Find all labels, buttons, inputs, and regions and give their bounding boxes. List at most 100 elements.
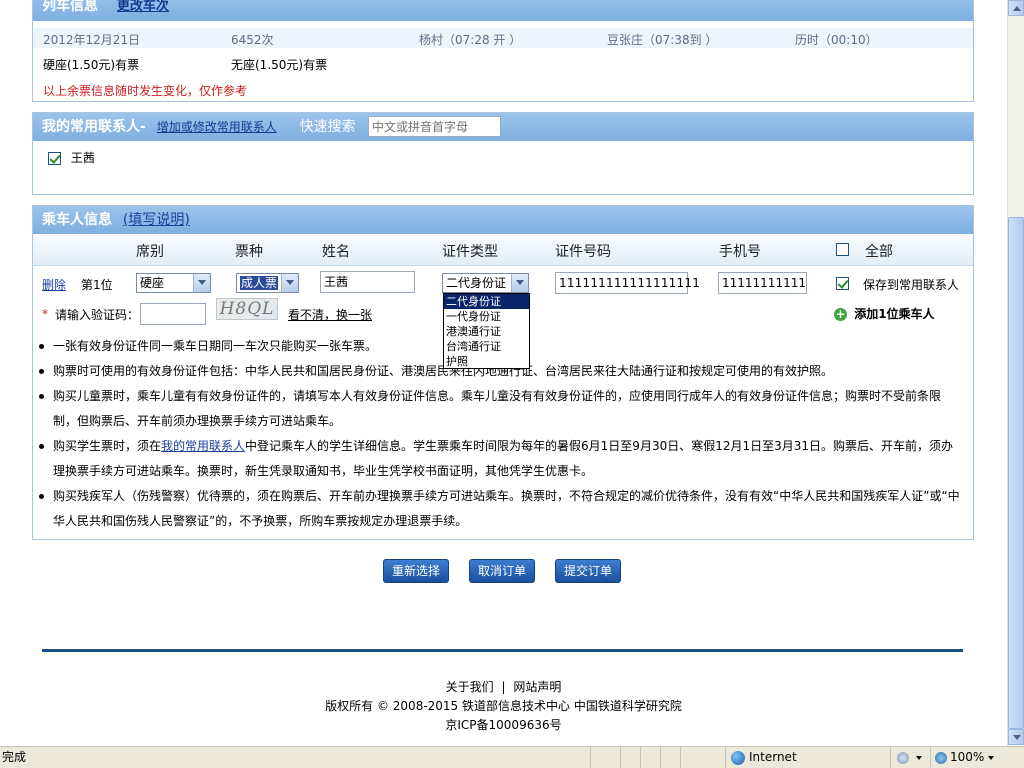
ticket-type-value: 成人票 — [240, 276, 279, 290]
note-text: 购买学生票时，须在 — [53, 439, 162, 453]
zoom-icon — [935, 751, 947, 764]
scroll-thumb[interactable] — [1008, 217, 1024, 729]
browser-status-bar: 完成 Internet 100% — [0, 746, 1024, 768]
status-cell — [620, 747, 640, 768]
security-zone[interactable]: Internet — [725, 747, 890, 768]
id-type-value: 二代身份证 — [446, 276, 507, 290]
col-id-type: 证件类型 — [442, 244, 498, 260]
col-all: 全部 — [865, 244, 893, 260]
zoom-control[interactable]: 100% — [930, 747, 1024, 768]
scroll-down-icon[interactable] — [1008, 729, 1024, 745]
contact-name: 王茜 — [70, 151, 95, 165]
zone-label: Internet — [749, 750, 797, 764]
phone-input[interactable]: 11111111111 — [718, 272, 807, 294]
reselect-button[interactable]: 重新选择 — [383, 559, 449, 583]
about-link[interactable]: 关于我们 — [446, 680, 494, 694]
passenger-title: 乘车人信息 — [42, 212, 112, 228]
add-passenger-button[interactable]: + 添加1位乘车人 — [834, 305, 935, 322]
settings-icon — [897, 751, 909, 764]
seat-none-info: 无座(1.50元)有票 — [231, 58, 328, 72]
seat-select-value: 硬座 — [140, 276, 165, 290]
seat-select[interactable]: 硬座 — [136, 273, 211, 293]
status-cell — [660, 747, 680, 768]
captcha-input[interactable] — [140, 303, 206, 325]
chevron-down-icon[interactable] — [281, 274, 298, 292]
contact-item[interactable]: 王茜 — [48, 149, 95, 166]
note-item: 购买学生票时，须在我的常用联系人中登记乘车人的学生详细信息。学生票乘车时间限为每… — [39, 434, 973, 484]
fill-help-link[interactable]: (填写说明) — [123, 212, 190, 228]
col-id-number: 证件号码 — [555, 244, 611, 260]
status-cell — [680, 747, 700, 768]
train-depart: 杨村（07:28 开 ） — [419, 33, 522, 47]
refresh-captcha-link[interactable]: 看不清，换一张 — [288, 306, 372, 323]
footer-icp: 京ICP备10009636号 — [445, 718, 562, 732]
note-item: 购买残疾军人（伤残警察）优待票的，须在购票后、开车前办理换票手续方可进站乘车。换… — [39, 484, 973, 534]
captcha-label: 请输入验证码： — [55, 308, 140, 322]
status-text: 完成 — [2, 750, 27, 764]
captcha-image[interactable]: H8QL — [216, 298, 278, 320]
contacts-panel: 我的常用联系人- 增加或修改常用联系人 快速搜索 王茜 — [32, 112, 974, 195]
footer-links: 关于我们 | 网站声明 — [0, 678, 1007, 695]
contacts-separator: - — [140, 119, 146, 135]
protected-mode[interactable] — [890, 747, 930, 768]
save-contact-label: 保存到常用联系人 — [863, 278, 960, 292]
train-info-header: 列车信息 更改车次 — [33, 0, 973, 21]
vertical-scrollbar[interactable] — [1007, 0, 1024, 746]
select-all-checkbox[interactable] — [836, 243, 849, 256]
submit-order-button[interactable]: 提交订单 — [555, 559, 621, 583]
footer-divider — [42, 649, 963, 652]
contact-checkbox[interactable] — [48, 152, 61, 165]
note-item: 购买儿童票时，乘车儿童有有效身份证件的，请填写本人有效身份证件信息。乘车儿童没有… — [39, 384, 973, 434]
id-type-option[interactable]: 一代身份证 — [444, 309, 529, 324]
scroll-up-icon[interactable] — [1008, 0, 1024, 16]
contact-search-input[interactable] — [368, 116, 501, 137]
availability-warning: 以上余票信息随时发生变化，仅作参考 — [43, 84, 248, 98]
globe-icon — [731, 750, 745, 765]
col-seat: 席别 — [136, 244, 164, 260]
id-type-option[interactable]: 港澳通行证 — [444, 324, 529, 339]
train-arrive: 豆张庄（07:38到 ） — [607, 33, 718, 47]
add-passenger-label: 添加1位乘车人 — [854, 307, 935, 321]
passenger-name-input[interactable]: 王茜 — [320, 271, 415, 293]
id-type-option[interactable]: 台湾通行证 — [444, 339, 529, 354]
passenger-panel: 乘车人信息 (填写说明) 席别 票种 姓名 证件类型 证件号码 手机号 全部 删… — [32, 205, 974, 540]
zoom-level: 100% — [950, 750, 985, 764]
id-type-dropdown-list[interactable]: 二代身份证 一代身份证 港澳通行证 台湾通行证 护照 — [443, 293, 530, 369]
id-type-option[interactable]: 二代身份证 — [444, 294, 529, 309]
train-info-panel: 列车信息 更改车次 2012年12月21日 6452次 杨村（07:28 开 ）… — [32, 0, 974, 102]
passenger-position: 第1位 — [81, 278, 113, 292]
col-phone: 手机号 — [719, 244, 761, 260]
cancel-order-button[interactable]: 取消订单 — [469, 559, 535, 583]
footer-copyright: 版权所有 © 2008-2015 铁道部信息技术中心 中国铁道科学研究院 — [325, 699, 682, 713]
status-cell — [640, 747, 660, 768]
col-name: 姓名 — [322, 244, 350, 260]
passenger-column-headers: 席别 票种 姓名 证件类型 证件号码 手机号 全部 — [33, 235, 973, 266]
delete-passenger-link[interactable]: 删除 — [42, 276, 66, 293]
train-info-title: 列车信息 — [42, 0, 98, 14]
manage-contacts-link[interactable]: 增加或修改常用联系人 — [157, 120, 277, 134]
id-type-option[interactable]: 护照 — [444, 354, 529, 369]
quick-search-label: 快速搜索 — [299, 119, 356, 135]
train-duration: 历时（00:10） — [795, 33, 878, 47]
col-ticket: 票种 — [235, 244, 263, 260]
passenger-header: 乘车人信息 (填写说明) — [33, 206, 973, 234]
id-number-input[interactable]: 111111111111111111 — [555, 272, 700, 294]
contacts-title: 我的常用联系人 — [42, 119, 140, 135]
contacts-header: 我的常用联系人- 增加或修改常用联系人 快速搜索 — [33, 113, 973, 141]
statement-link[interactable]: 网站声明 — [513, 680, 561, 694]
change-train-link[interactable]: 更改车次 — [117, 0, 169, 14]
save-contact-checkbox[interactable] — [836, 277, 849, 290]
id-type-select[interactable]: 二代身份证 — [442, 273, 529, 293]
ticket-type-select[interactable]: 成人票 — [236, 273, 299, 293]
required-mark: * — [42, 307, 48, 321]
seat-hard-info: 硬座(1.50元)有票 — [43, 58, 140, 72]
chevron-down-icon — [988, 755, 995, 760]
my-contacts-link[interactable]: 我的常用联系人 — [161, 439, 245, 453]
train-summary-row: 2012年12月21日 6452次 杨村（07:28 开 ） 豆张庄（07:38… — [33, 28, 973, 48]
status-cell — [590, 747, 620, 768]
train-date: 2012年12月21日 — [43, 33, 141, 47]
chevron-down-icon[interactable] — [511, 274, 528, 292]
footer-link-divider: | — [501, 680, 506, 694]
chevron-down-icon[interactable] — [193, 274, 210, 292]
chevron-down-icon — [916, 755, 922, 760]
